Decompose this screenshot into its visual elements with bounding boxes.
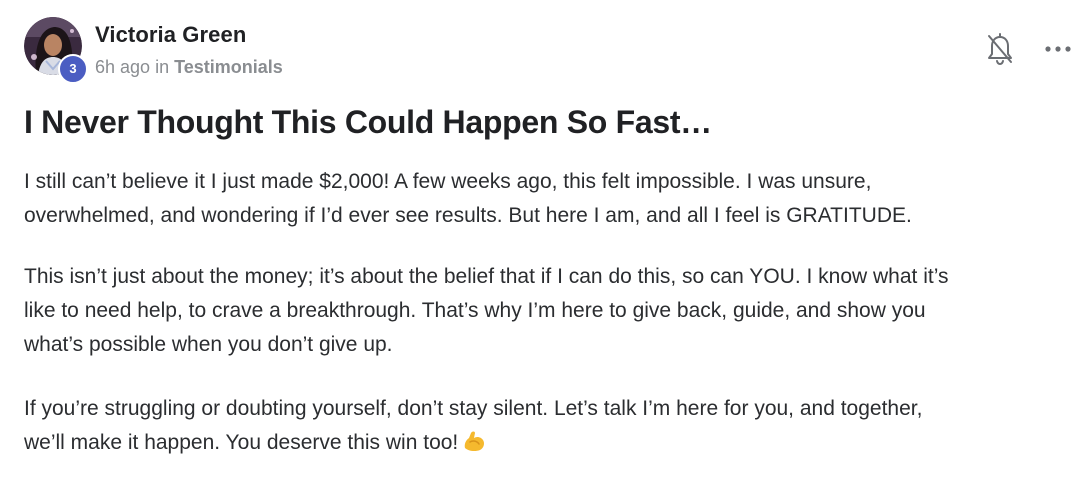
paragraph-line: overwhelmed, and wondering if I’d ever s… — [24, 204, 912, 227]
post-meta: 6h ago in Testimonials — [95, 57, 283, 78]
more-horizontal-icon[interactable] — [1044, 44, 1072, 54]
paragraph-line: what’s possible when you don’t give up. — [24, 333, 393, 356]
flexed-biceps-icon — [465, 431, 485, 452]
post-title: I Never Thought This Could Happen So Fas… — [24, 104, 712, 140]
paragraph-line: I still can’t believe it I just made $2,… — [24, 170, 872, 193]
level-badge: 3 — [58, 54, 88, 84]
paragraph-line: This isn’t just about the money; it’s ab… — [24, 265, 949, 288]
community-post: 3 Victoria Green 6h ago in Testimonials … — [0, 0, 1081, 480]
post-paragraph-3: If you’re struggling or doubting yoursel… — [24, 392, 1064, 460]
paragraph-line: like to need help, to crave a breakthrou… — [24, 299, 926, 322]
post-paragraph-1: I still can’t believe it I just made $2,… — [24, 165, 1064, 233]
paragraph-line: we’ll make it happen. You deserve this w… — [24, 431, 459, 454]
post-time: 6h ago — [95, 57, 151, 77]
bell-off-icon[interactable] — [986, 33, 1014, 67]
post-paragraph-2: This isn’t just about the money; it’s ab… — [24, 260, 1064, 362]
author-name[interactable]: Victoria Green — [95, 22, 246, 48]
post-category[interactable]: Testimonials — [174, 57, 283, 77]
meta-in-word: in — [155, 57, 170, 77]
paragraph-line: If you’re struggling or doubting yoursel… — [24, 397, 923, 420]
author-avatar[interactable]: 3 — [24, 17, 88, 84]
